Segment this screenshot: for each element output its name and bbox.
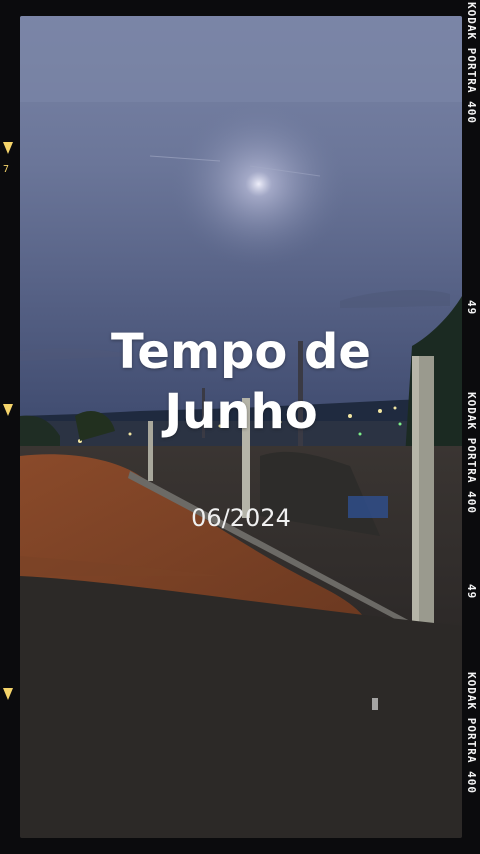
film-frame: 7 KODAK PORTRA 400 49 KODAK PORTRA 400 4… <box>0 0 480 854</box>
frame-marker-icon <box>3 142 13 154</box>
frame-side-number: 7 <box>3 164 10 175</box>
title-line-1: Tempo de <box>111 324 371 380</box>
frame-marker-icon <box>3 688 13 700</box>
film-frame-number: 49 <box>465 300 478 316</box>
film-brand-label: KODAK PORTRA 400 <box>465 2 478 124</box>
title-line-2: Junho <box>164 384 318 440</box>
frame-marker-icon <box>3 404 13 416</box>
film-brand-label: KODAK PORTRA 400 <box>465 672 478 794</box>
film-brand-label: KODAK PORTRA 400 <box>465 392 478 514</box>
date-label: 06/2024 <box>191 504 291 532</box>
film-frame-number: 49 <box>465 584 478 600</box>
title-overlay: Tempo de Junho <box>20 322 462 442</box>
